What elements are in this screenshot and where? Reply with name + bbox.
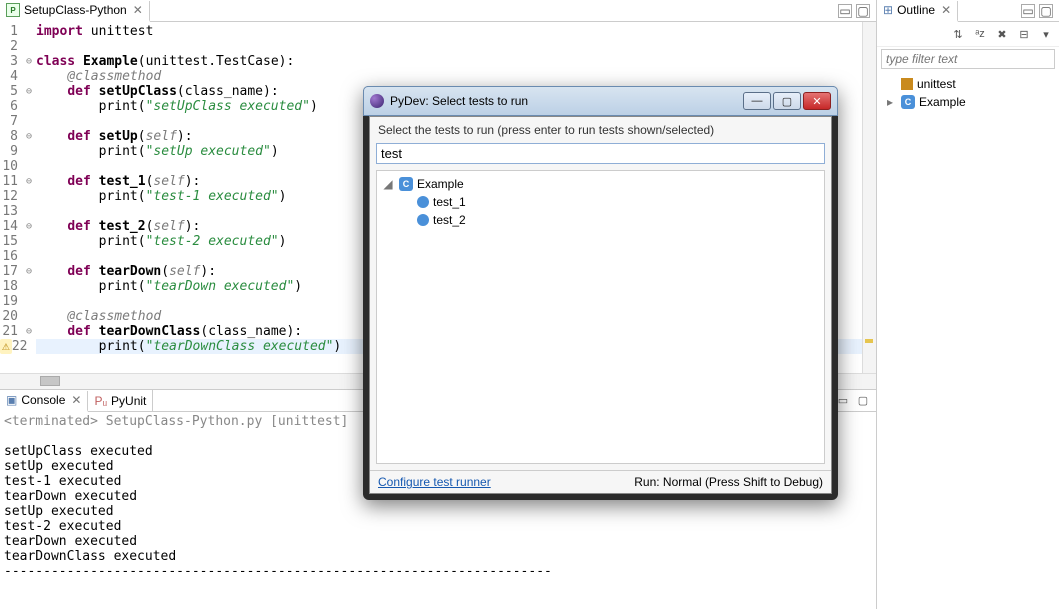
- warning-mark[interactable]: [865, 339, 873, 343]
- select-tests-dialog: PyDev: Select tests to run — ▢ ✕ Select …: [363, 86, 838, 500]
- outline-title: Outline: [897, 3, 935, 17]
- outline-tab[interactable]: ⊞ Outline ✕: [877, 1, 958, 22]
- outline-min-icon[interactable]: ▭: [1021, 4, 1035, 18]
- sort-icon[interactable]: ⇅: [949, 26, 967, 42]
- test-tree-item[interactable]: test_1: [381, 193, 820, 211]
- editor-tab-title: SetupClass-Python: [24, 3, 127, 17]
- test-tree[interactable]: ◢CExampletest_1test_2: [376, 170, 825, 464]
- outline-max-icon[interactable]: ▢: [1039, 4, 1053, 18]
- alpha-sort-icon[interactable]: ᵃz: [971, 26, 989, 42]
- outline-icon: ⊞: [883, 3, 893, 17]
- close-tab-icon[interactable]: ✕: [133, 3, 143, 17]
- minimize-icon[interactable]: ▭: [838, 4, 852, 18]
- dialog-close-button[interactable]: ✕: [803, 92, 831, 110]
- editor-tabbar: P SetupClass-Python ✕ ▭ ▢: [0, 0, 876, 22]
- dialog-title: PyDev: Select tests to run: [390, 94, 737, 108]
- outline-panel: ⊞ Outline ✕ ▭ ▢ ⇅ ᵃz ✖ ⊟ ▾ unittest▸CExa…: [877, 0, 1059, 609]
- close-console-icon[interactable]: ✕: [71, 393, 81, 407]
- view-menu-icon[interactable]: ▾: [1037, 26, 1055, 42]
- editor-tab[interactable]: P SetupClass-Python ✕: [0, 1, 150, 22]
- console-icon: ▣: [6, 393, 17, 407]
- outline-toolbar: ⇅ ᵃz ✖ ⊟ ▾: [877, 22, 1059, 47]
- dialog-minimize-button[interactable]: —: [743, 92, 771, 110]
- configure-test-runner-link[interactable]: Configure test runner: [378, 475, 491, 489]
- hide-fields-icon[interactable]: ✖: [993, 26, 1011, 42]
- line-number-gutter: 123456789101112131415161718192021⚠22: [0, 22, 22, 373]
- test-tree-item[interactable]: test_2: [381, 211, 820, 229]
- dialog-titlebar[interactable]: PyDev: Select tests to run — ▢ ✕: [363, 86, 838, 116]
- dialog-maximize-button[interactable]: ▢: [773, 92, 801, 110]
- overview-ruler[interactable]: [862, 22, 876, 373]
- fold-column[interactable]: ⊖⊖⊖⊖⊖⊖⊖: [22, 22, 36, 373]
- test-filter-input[interactable]: [376, 143, 825, 164]
- outline-filter-input[interactable]: [881, 49, 1055, 69]
- outline-tabbar: ⊞ Outline ✕ ▭ ▢: [877, 0, 1059, 22]
- eclipse-icon: [370, 94, 384, 108]
- collapse-all-icon[interactable]: ⊟: [1015, 26, 1033, 42]
- console-tab-title: Console: [21, 393, 65, 407]
- outline-filter: [881, 49, 1055, 69]
- outline-item[interactable]: ▸CExample: [883, 93, 1053, 111]
- dialog-instruction: Select the tests to run (press enter to …: [370, 117, 831, 143]
- console-max-icon[interactable]: ▢: [854, 393, 872, 409]
- scrollbar-thumb[interactable]: [40, 376, 60, 386]
- test-tree-item[interactable]: ◢CExample: [381, 175, 820, 193]
- run-mode-label: Run: Normal (Press Shift to Debug): [634, 475, 823, 489]
- pyunit-tab[interactable]: Pᵤ PyUnit: [88, 390, 153, 411]
- pyunit-icon: Pᵤ: [94, 394, 107, 408]
- python-file-icon: P: [6, 3, 20, 17]
- maximize-icon[interactable]: ▢: [856, 4, 870, 18]
- pyunit-tab-title: PyUnit: [111, 394, 146, 408]
- close-outline-icon[interactable]: ✕: [941, 3, 951, 17]
- outline-tree[interactable]: unittest▸CExample: [877, 71, 1059, 115]
- console-tab[interactable]: ▣ Console ✕: [0, 391, 88, 412]
- outline-item[interactable]: unittest: [883, 75, 1053, 93]
